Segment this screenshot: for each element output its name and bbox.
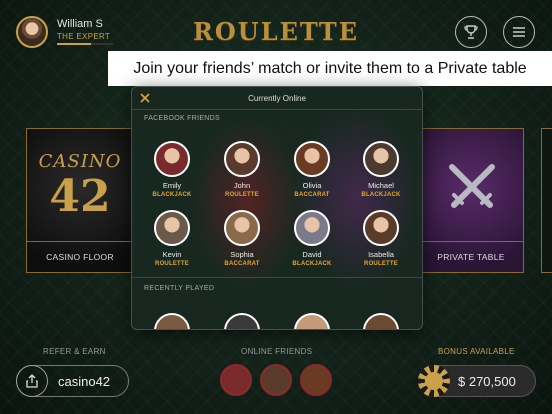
friend-game: BACCARAT [224,261,260,267]
friend-name: David [302,250,322,259]
friend-avatar [154,210,190,246]
friend-game: ROULETTE [155,261,189,267]
recently-played-heading: RECENTLY PLAYED [144,285,215,292]
online-friend-avatar[interactable] [260,364,292,396]
modal-title: Currently Online [248,93,306,103]
friend-item[interactable]: Isabella ROULETTE [346,210,416,267]
casino-word: CASINO [38,151,122,172]
online-friend-avatar[interactable] [220,364,252,396]
friend-game: BACCARAT [294,192,330,198]
friend-name: John [233,181,251,190]
casino-chip-icon [418,365,450,397]
friend-game: ROULETTE [364,261,398,267]
friend-item[interactable]: John ROULETTE [207,141,277,198]
share-button[interactable] [16,365,48,397]
friend-name: Michael [368,181,394,190]
friend-item[interactable]: David BLACKJACK [277,210,347,267]
friend-name: Kevin [162,250,182,259]
friend-avatar [294,210,330,246]
friend-game: ROULETTE [225,192,259,198]
friend-item[interactable]: Emily BLACKJACK [137,141,207,198]
friend-name: Isabella [368,250,394,259]
friend-name: Olivia [302,181,322,190]
friend-item[interactable]: Kevin ROULETTE [137,210,207,267]
friend-name: Sophia [230,250,254,259]
section-divider [132,277,422,278]
friend-avatar [363,141,399,177]
close-icon[interactable] [138,91,152,105]
private-table-card[interactable]: PRIVATE TABLE [418,128,524,273]
casino-number: 42 [49,171,111,222]
friend-avatar [294,141,330,177]
share-icon [26,374,38,388]
bonus-button[interactable]: $ 270,500 [418,365,536,397]
trophy-button[interactable] [455,16,487,48]
recent-player-avatar[interactable] [154,313,190,329]
friend-item[interactable]: Michael BLACKJACK [346,141,416,198]
friend-avatar [363,210,399,246]
recent-player-avatar[interactable] [294,313,330,329]
friend-item[interactable]: Sophia BACCARAT [207,210,277,267]
private-table-label: PRIVATE TABLE [419,241,523,272]
next-card-edge[interactable] [541,128,552,273]
friend-game: BLACKJACK [292,261,332,267]
online-friends-label: ONLINE FRIENDS [241,347,313,356]
friend-item[interactable]: Olivia BACCARAT [277,141,347,198]
recent-player-avatar[interactable] [224,313,260,329]
facebook-friends-heading: FACEBOOK FRIENDS [144,115,220,122]
online-friends-modal: Currently Online FACEBOOK FRIENDS Emily … [131,86,423,330]
bonus-amount: $ 270,500 [458,373,516,389]
tooltip-banner: Join your friends’ match or invite them … [108,51,552,86]
friend-name: Emily [162,181,182,190]
trophy-icon [464,25,478,39]
friend-avatar [154,141,190,177]
bonus-available-label: BONUS AVAILABLE [438,347,515,356]
crossed-swords-icon [449,164,495,208]
online-friend-avatar[interactable] [300,364,332,396]
hamburger-menu-icon [513,27,525,37]
modal-header: Currently Online [132,87,422,110]
recent-player-avatar[interactable] [363,313,399,329]
casino-floor-card[interactable]: CASINO 42 CASINO FLOOR [26,128,134,273]
friend-avatar [224,141,260,177]
friend-game: BLACKJACK [361,192,401,198]
refer-earn-label: REFER & EARN [43,347,106,356]
casino-floor-label: CASINO FLOOR [27,241,133,272]
friend-avatar [224,210,260,246]
friend-game: BLACKJACK [152,192,192,198]
referral-code: casino42 [58,373,111,389]
menu-button[interactable] [503,16,535,48]
refer-code-button[interactable]: casino42 [16,365,129,397]
